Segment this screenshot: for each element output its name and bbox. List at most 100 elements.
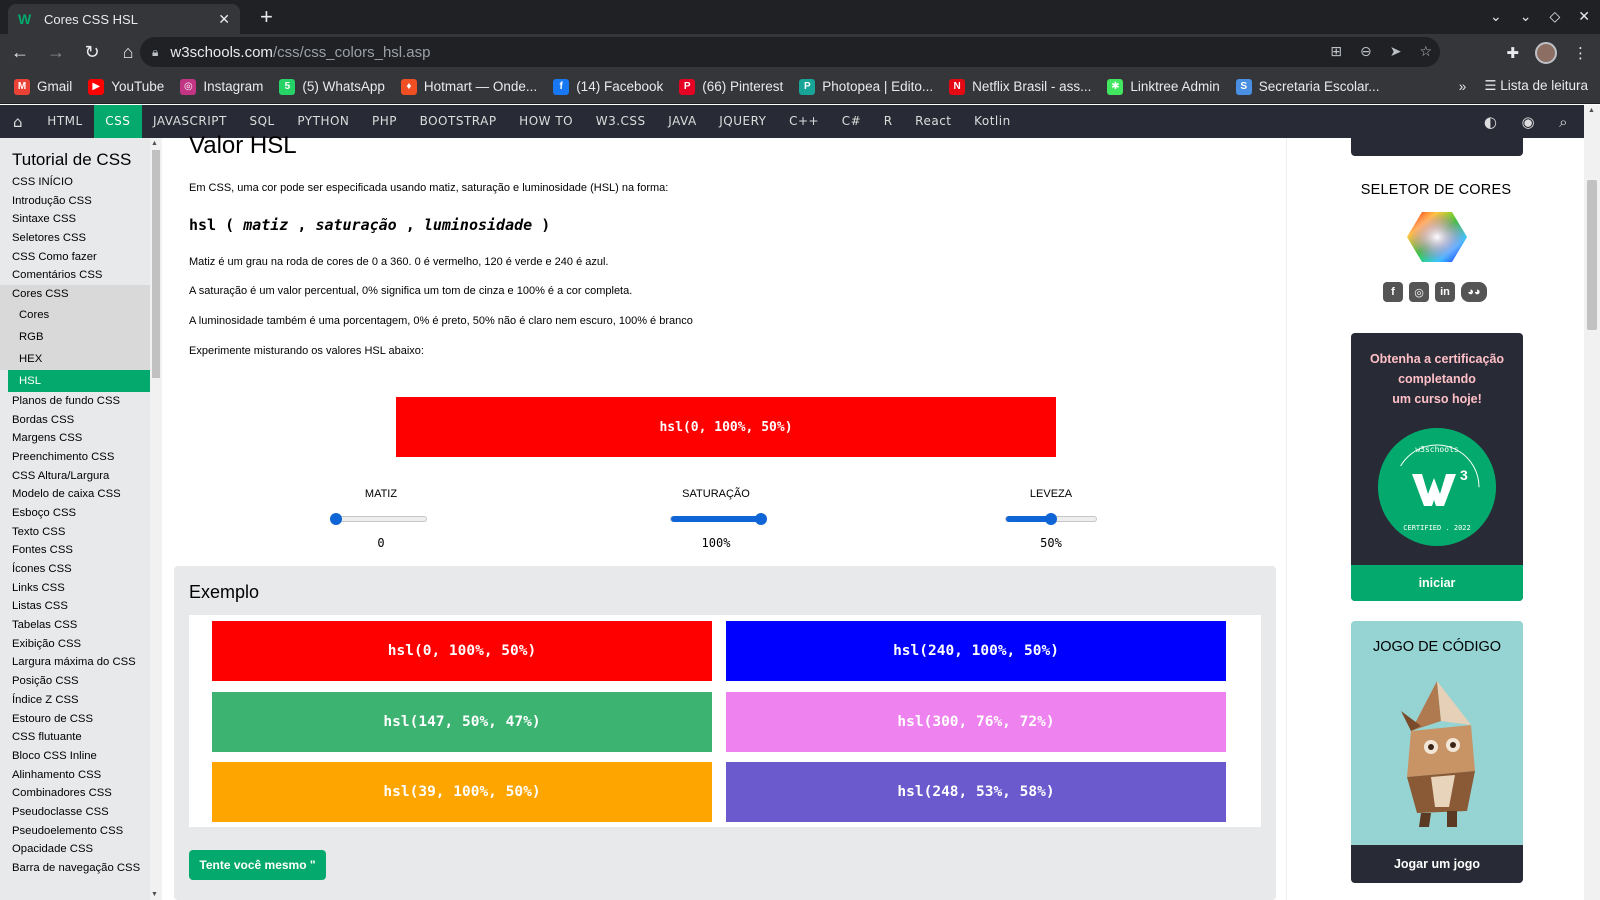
sidebar-item[interactable]: Pseudoclasse CSS	[0, 803, 150, 822]
sidebar-scroll-thumb[interactable]	[152, 150, 160, 378]
sidebar-item[interactable]: Opacidade CSS	[0, 840, 150, 859]
topnav-item-howto[interactable]: HOW TO	[508, 105, 585, 138]
scroll-up-icon[interactable]: ▲	[1588, 107, 1595, 114]
sidebar-item[interactable]: Seletores CSS	[0, 229, 150, 248]
sidebar-item[interactable]: Combinadores CSS	[0, 784, 150, 803]
zoom-icon[interactable]: ⊖	[1360, 43, 1372, 60]
bookmark-item[interactable]: M Gmail	[14, 78, 72, 95]
sidebar-item[interactable]: CSS flutuante	[0, 728, 150, 747]
address-bar[interactable]: 🔒︎ w3schools.com/css/css_colors_hsl.asp …	[140, 37, 1440, 67]
extensions-icon[interactable]: ✚	[1506, 44, 1519, 62]
tab-search-icon[interactable]: ⌄	[1490, 8, 1502, 25]
globe-icon[interactable]: ◉	[1522, 113, 1536, 131]
close-window-icon[interactable]: ✕	[1578, 8, 1590, 25]
sidebar-item[interactable]: Sintaxe CSS	[0, 210, 150, 229]
sidebar-subitem[interactable]: HSL	[8, 369, 150, 392]
sidebar-item[interactable]: Alinhamento CSS	[0, 766, 150, 785]
new-tab-button[interactable]: +	[260, 6, 273, 28]
bookmark-item[interactable]: ♦ Hotmart — Onde...	[400, 78, 537, 95]
restore-icon[interactable]: ◇	[1549, 8, 1560, 25]
sidebar-item[interactable]: Comentários CSS	[0, 266, 150, 285]
sidebar-item[interactable]: Ícones CSS	[0, 560, 150, 579]
reading-list-button[interactable]: ☰ Lista de leitura	[1484, 78, 1588, 94]
sidebar-item[interactable]: Margens CSS	[0, 429, 150, 448]
sidebar-item[interactable]: Índice Z CSS	[0, 691, 150, 710]
topnav-item-react[interactable]: React	[904, 105, 963, 138]
bookmark-item[interactable]: ✱ Linktree Admin	[1107, 78, 1220, 95]
scroll-down-icon[interactable]: ▼	[151, 891, 158, 898]
bookmark-item[interactable]: P Photopea | Edito...	[799, 78, 933, 95]
sidebar-item[interactable]: Exibição CSS	[0, 635, 150, 654]
start-button[interactable]: iniciar	[1351, 565, 1523, 601]
reload-icon[interactable]: ↻	[76, 42, 108, 63]
sidebar-item[interactable]: CSS Como fazer	[0, 248, 150, 267]
sidebar-subitem[interactable]: HEX	[0, 347, 150, 370]
discord-icon[interactable]: ◕◕	[1461, 282, 1487, 302]
bookmark-item[interactable]: ◎ Instagram	[180, 78, 263, 95]
slider-matiz[interactable]	[330, 513, 427, 525]
sidebar-item[interactable]: Bloco CSS Inline	[0, 747, 150, 766]
scroll-up-icon[interactable]: ▲	[151, 140, 158, 147]
sidebar-item[interactable]: Pseudoelemento CSS	[0, 822, 150, 841]
sidebar-item[interactable]: Estouro de CSS	[0, 710, 150, 729]
linkedin-icon[interactable]: in	[1435, 282, 1455, 302]
bookmark-star-icon[interactable]: ☆	[1419, 43, 1432, 60]
topnav-item-kotlin[interactable]: Kotlin	[963, 105, 1022, 138]
bookmark-item[interactable]: ▶ YouTube	[88, 78, 164, 95]
sidebar-subitem[interactable]: Cores	[0, 303, 150, 326]
sidebar-item[interactable]: Links CSS	[0, 579, 150, 598]
color-picker-title[interactable]: SELETOR DE CORES	[1287, 182, 1585, 198]
topnav-item-java[interactable]: JAVA	[657, 105, 708, 138]
sidebar-item[interactable]: Listas CSS	[0, 597, 150, 616]
topnav-item-bootstrap[interactable]: BOOTSTRAP	[408, 105, 508, 138]
slider-saturação[interactable]	[670, 513, 767, 525]
sidebar-item[interactable]: Texto CSS	[0, 523, 150, 542]
profile-avatar[interactable]	[1535, 42, 1557, 64]
topnav-item-python[interactable]: PYTHON	[286, 105, 361, 138]
contrast-icon[interactable]: ◐	[1484, 113, 1498, 131]
play-game-button[interactable]: Jogar um jogo	[1351, 845, 1523, 883]
tab-active[interactable]: W Cores CSS HSL ✕	[8, 4, 240, 34]
menu-icon[interactable]: ⋮	[1573, 44, 1588, 62]
send-icon[interactable]: ➤	[1390, 43, 1402, 60]
sidebar-subitem[interactable]: RGB	[0, 325, 150, 348]
sidebar-item[interactable]: CSS INÍCIO	[0, 173, 150, 192]
more-bookmarks-icon[interactable]: »	[1459, 79, 1467, 94]
instagram-icon[interactable]: ◎	[1409, 282, 1429, 302]
topnav-item-php[interactable]: PHP	[361, 105, 409, 138]
bookmark-item[interactable]: 5 (5) WhatsApp	[279, 78, 385, 95]
back-icon[interactable]: ←	[4, 42, 36, 63]
topnav-item-r[interactable]: R	[872, 105, 903, 138]
sidebar-item[interactable]: Preenchimento CSS	[0, 448, 150, 467]
search-icon[interactable]: ⌕	[1559, 113, 1568, 131]
home-icon[interactable]: ⌂	[0, 105, 36, 138]
color-wheel-icon[interactable]	[1407, 210, 1467, 264]
slider-thumb[interactable]	[330, 513, 342, 525]
try-it-yourself-button[interactable]: Tente você mesmo "	[189, 850, 326, 880]
page-scroll-thumb[interactable]	[1587, 180, 1597, 330]
forward-icon[interactable]: →	[40, 42, 72, 63]
facebook-icon[interactable]: f	[1383, 282, 1403, 302]
sidebar-item[interactable]: CSS Altura/Largura	[0, 467, 150, 486]
lock-icon[interactable]: 🔒︎	[152, 45, 158, 60]
sidebar-scrollbar[interactable]: ▲ ▼	[150, 138, 162, 900]
slider-leveza[interactable]	[1005, 513, 1097, 525]
topnav-item-c++[interactable]: C++	[778, 105, 831, 138]
sidebar-item[interactable]: Bordas CSS	[0, 411, 150, 430]
slider-thumb[interactable]	[755, 513, 767, 525]
sidebar-item[interactable]: Posição CSS	[0, 672, 150, 691]
sidebar-item[interactable]: Barra de navegação CSS	[0, 859, 150, 878]
topnav-item-jquery[interactable]: JQUERY	[708, 105, 778, 138]
bookmark-item[interactable]: S Secretaria Escolar...	[1235, 78, 1380, 95]
topnav-item-html[interactable]: HTML	[36, 105, 94, 138]
bookmark-item[interactable]: N Netflix Brasil - ass...	[949, 78, 1091, 95]
topnav-item-c#[interactable]: C#	[830, 105, 872, 138]
sidebar-item-current[interactable]: Cores CSS	[0, 285, 150, 304]
slider-thumb[interactable]	[1045, 513, 1057, 525]
topnav-item-w3css[interactable]: W3.CSS	[584, 105, 657, 138]
sidebar-item[interactable]: Introdução CSS	[0, 192, 150, 211]
sidebar-item[interactable]: Modelo de caixa CSS	[0, 485, 150, 504]
page-scrollbar[interactable]: ▲	[1584, 105, 1600, 900]
bookmark-item[interactable]: f (14) Facebook	[553, 78, 663, 95]
sidebar-item[interactable]: Fontes CSS	[0, 541, 150, 560]
